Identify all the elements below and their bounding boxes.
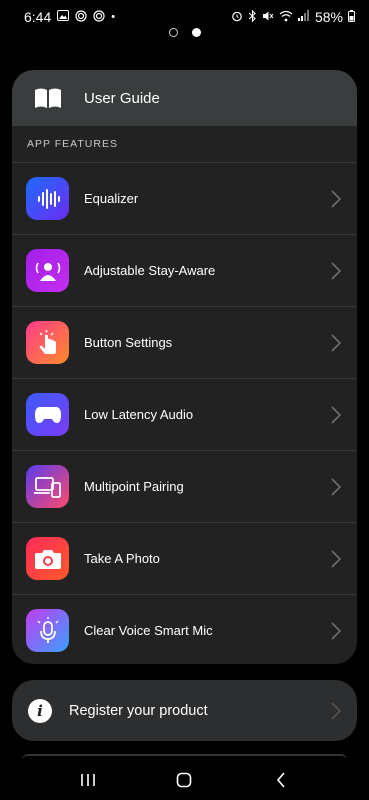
more-notifications-dot-icon: • [111,10,116,23]
status-right: 58% [231,9,355,25]
feature-row-take-photo[interactable]: Take A Photo [12,522,357,594]
alarm-icon [231,10,243,25]
chevron-right-icon [331,261,341,280]
feature-label-low-latency: Low Latency Audio [84,407,194,422]
feature-label-clear-voice: Clear Voice Smart Mic [84,623,213,638]
features-card: User Guide APP FEATURES Equalizer Adjust… [12,70,357,664]
battery-percentage: 58% [314,9,343,25]
gallery-notification-icon [57,10,70,24]
feature-row-clear-voice[interactable]: Clear Voice Smart Mic [12,594,357,664]
home-button[interactable] [164,765,204,795]
chevron-right-icon [331,621,341,640]
chevron-right-icon [331,477,341,496]
chevron-right-icon [331,189,341,208]
register-product-button[interactable]: i Register your product [12,680,357,741]
status-left: 6:44 • [24,9,115,25]
system-navigation-bar [0,760,369,800]
gamepad-icon [26,393,69,436]
feature-label-stay-aware: Adjustable Stay-Aware [84,263,216,278]
feature-label-button-settings: Button Settings [84,335,173,350]
chevron-right-icon [331,333,341,352]
recent-apps-button[interactable] [68,765,108,795]
feature-label-equalizer: Equalizer [84,191,139,206]
fingerprint-notification-icon-2 [93,9,105,25]
page-dot-1[interactable] [168,28,178,37]
battery-icon [348,9,355,25]
button-touch-icon [26,321,69,364]
feature-row-button-settings[interactable]: Button Settings [12,306,357,378]
feature-label-multipoint: Multipoint Pairing [84,479,184,494]
microphone-icon [26,609,69,652]
register-product-label: Register your product [69,702,208,719]
multipoint-devices-icon [26,465,69,508]
page-indicator [0,28,369,37]
equalizer-icon [26,177,69,220]
user-guide-row[interactable]: User Guide [12,70,357,126]
feature-label-take-photo: Take A Photo [84,551,160,566]
feature-row-equalizer[interactable]: Equalizer [12,162,357,234]
info-icon: i [28,698,52,723]
status-time: 6:44 [24,9,52,25]
feature-row-low-latency[interactable]: Low Latency Audio [12,378,357,450]
user-guide-label: User Guide [84,89,160,107]
feature-row-stay-aware[interactable]: Adjustable Stay-Aware [12,234,357,306]
mute-icon [262,10,274,25]
page-dot-2-active[interactable] [191,28,201,37]
back-button[interactable] [261,765,301,795]
home-icon [177,772,192,788]
back-icon [276,772,285,788]
app-features-heading: APP FEATURES [27,138,118,150]
recent-apps-icon [81,774,95,786]
signal-icon [297,10,310,24]
wifi-icon [279,10,293,25]
chevron-right-icon [331,701,341,720]
chevron-right-icon [331,405,341,424]
fingerprint-notification-icon [75,9,87,25]
camera-icon [26,537,69,580]
chevron-right-icon [331,549,341,568]
bluetooth-icon [248,9,257,25]
stay-aware-icon [26,249,69,292]
feature-row-multipoint[interactable]: Multipoint Pairing [12,450,357,522]
book-icon [35,88,61,108]
